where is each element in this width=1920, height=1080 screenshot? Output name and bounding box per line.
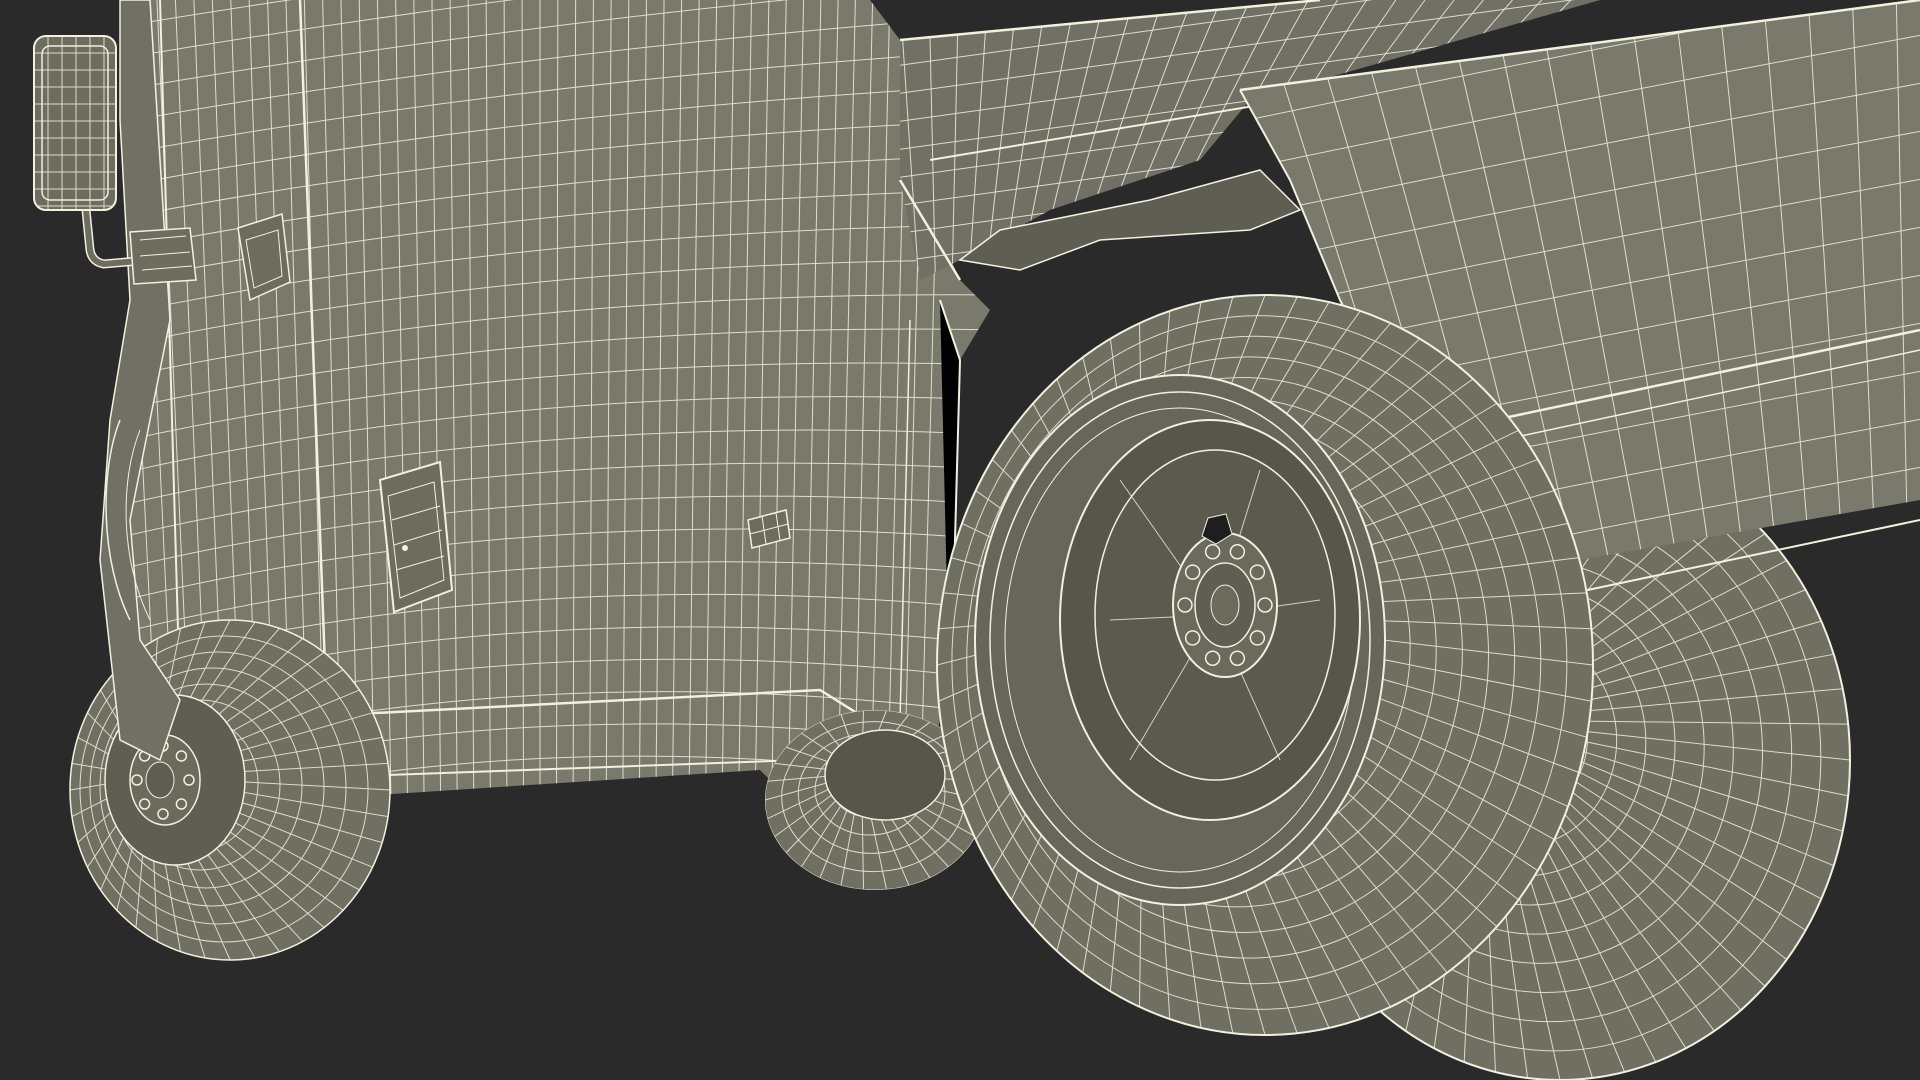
render-viewport bbox=[0, 0, 1920, 1080]
side-marker-light bbox=[378, 460, 454, 614]
side-mirror bbox=[33, 35, 117, 211]
wireframe-truck-render bbox=[0, 0, 1920, 1080]
